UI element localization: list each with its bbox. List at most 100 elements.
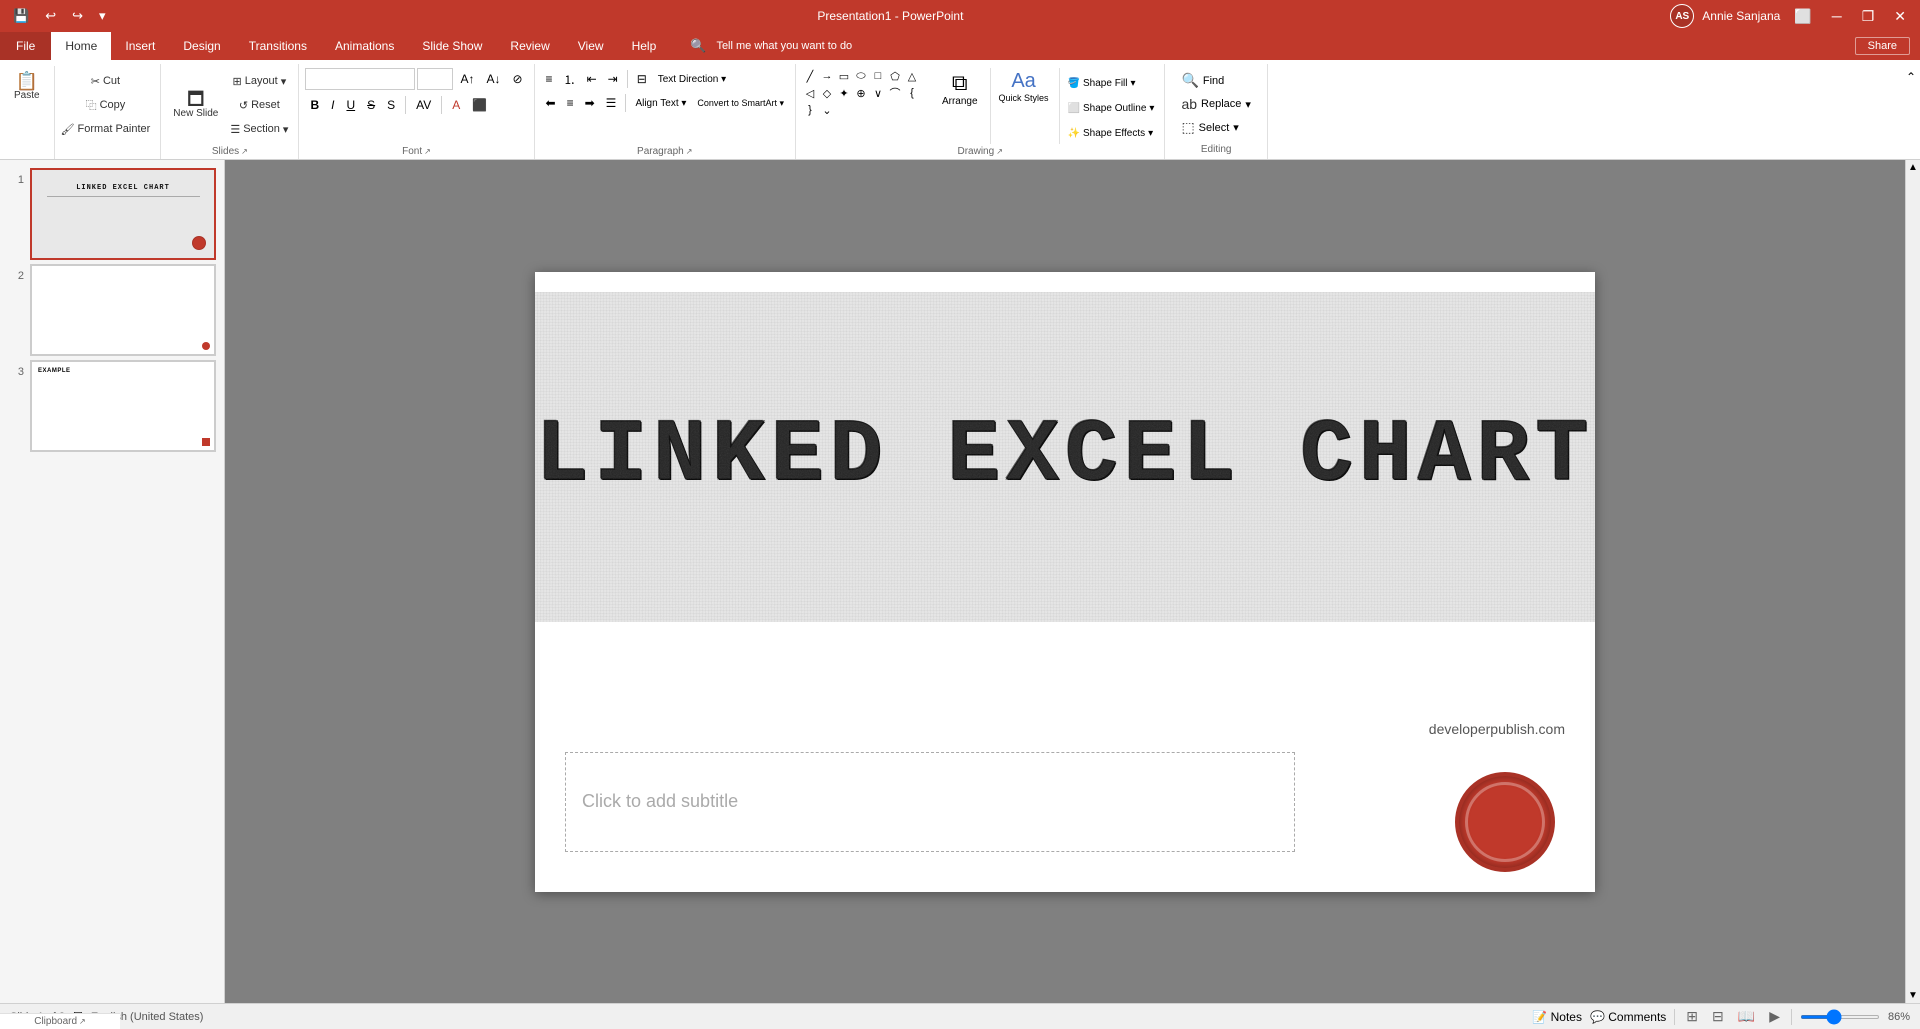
slide-thumbnail-3[interactable]: EXAMPLE (30, 360, 216, 452)
decrease-indent-button[interactable]: ⇤ (582, 68, 602, 90)
shape-rtri-icon[interactable]: ◁ (802, 85, 818, 101)
minimize-button[interactable]: ─ (1826, 6, 1848, 26)
quick-styles-button[interactable]: Aa Quick Styles (995, 68, 1053, 105)
align-center-button[interactable]: ≡ (562, 92, 579, 114)
tab-view[interactable]: View (564, 32, 618, 60)
clear-format-button[interactable]: ⊘ (507, 68, 527, 90)
shape-expand-icon[interactable]: ⌄ (819, 102, 835, 118)
customize-qat-button[interactable]: ▾ (94, 6, 111, 26)
font-size-input[interactable]: 54 (417, 68, 453, 90)
layout-button[interactable]: ⊞ Layout ▾ (226, 70, 292, 92)
shape-outline-button[interactable]: ⬜ Shape Outline ▾ (1064, 97, 1159, 119)
tab-review[interactable]: Review (496, 32, 563, 60)
shape-oval-icon[interactable]: ⬭ (853, 68, 869, 84)
decrease-font-button[interactable]: A↓ (481, 68, 505, 90)
drawing-group-arrow[interactable]: ↗ (996, 147, 1003, 156)
align-text-button[interactable]: Align Text ▾ (630, 92, 691, 114)
format-painter-button[interactable]: 🖌 Format Painter (57, 118, 155, 140)
replace-button[interactable]: ab Replace ▾ (1175, 94, 1256, 114)
slide-thumb-1[interactable]: 1 LINKED EXCEL CHART (8, 168, 216, 260)
find-button[interactable]: 🔍 Find (1175, 70, 1256, 91)
shape-effects-button[interactable]: ✨ Shape Effects ▾ (1064, 122, 1159, 144)
shadow-button[interactable]: S (382, 94, 400, 116)
select-button[interactable]: ⬚ Select ▾ (1175, 117, 1256, 138)
bullets-button[interactable]: ≡ (541, 68, 558, 90)
tell-me-label[interactable]: Tell me what you want to do (716, 40, 852, 52)
right-scrollbar[interactable]: ▲ ▼ (1905, 160, 1920, 1003)
tab-transitions[interactable]: Transitions (235, 32, 321, 60)
notes-button[interactable]: 📝 Notes (1532, 1010, 1582, 1024)
shape-rect-icon[interactable]: ▭ (836, 68, 852, 84)
underline-button[interactable]: U (341, 94, 360, 116)
align-left-button[interactable]: ⬅ (541, 92, 561, 114)
justify-button[interactable]: ☰ (601, 92, 622, 114)
tab-help[interactable]: Help (618, 32, 671, 60)
shape-brace2-icon[interactable]: } (802, 102, 818, 118)
font-name-input[interactable] (305, 68, 415, 90)
italic-button[interactable]: I (326, 94, 339, 116)
copy-button[interactable]: ⿻ Copy (57, 94, 155, 116)
zoom-slider[interactable] (1800, 1015, 1880, 1019)
restore-button[interactable]: ❐ (1856, 6, 1881, 27)
smartart-button[interactable]: Convert to SmartArt ▾ (692, 92, 789, 114)
paragraph-group-arrow[interactable]: ↗ (686, 147, 693, 156)
shape-pentagon-icon[interactable]: ⬠ (887, 68, 903, 84)
shape-brace-icon[interactable]: { (904, 85, 920, 101)
slide-thumbnail-1[interactable]: LINKED EXCEL CHART (30, 168, 216, 260)
text-direction-button[interactable]: Text Direction ▾ (653, 68, 731, 90)
collapse-ribbon-button[interactable]: ⌃ (1902, 68, 1920, 86)
slide-canvas[interactable]: LINKED EXCEL CHART Click to add subtitle… (535, 272, 1595, 892)
ribbon-display-button[interactable]: ⬜ (1788, 6, 1817, 27)
numbering-button[interactable]: ⒈ (559, 68, 581, 90)
shape-tri-icon[interactable]: △ (904, 68, 920, 84)
slide-thumbnail-2[interactable] (30, 264, 216, 356)
slideshow-button[interactable]: ▶ (1766, 1008, 1783, 1025)
tab-file[interactable]: File (0, 32, 51, 60)
slide-subtitle-box[interactable]: Click to add subtitle (565, 752, 1295, 852)
clipboard-group-arrow[interactable]: ↗ (79, 1017, 86, 1026)
shape-caret-icon[interactable]: ∨ (870, 85, 886, 101)
shape-rect2-icon[interactable]: □ (870, 68, 886, 84)
tab-insert[interactable]: Insert (111, 32, 169, 60)
shape-arrow-icon[interactable]: → (819, 68, 835, 84)
close-button[interactable]: ✕ (1888, 6, 1912, 27)
reset-button[interactable]: ↺ Reset (226, 94, 292, 116)
share-button[interactable]: Share (1855, 37, 1910, 55)
save-button[interactable]: 💾 (8, 6, 34, 26)
cut-button[interactable]: ✂ Cut (57, 70, 155, 92)
increase-indent-button[interactable]: ⇥ (603, 68, 623, 90)
tab-design[interactable]: Design (169, 32, 234, 60)
slide-sorter-button[interactable]: ⊟ (1709, 1008, 1727, 1025)
tab-animations[interactable]: Animations (321, 32, 408, 60)
strikethrough-button[interactable]: S (362, 94, 380, 116)
redo-button[interactable]: ↪ (67, 6, 88, 26)
align-right-button[interactable]: ➡ (580, 92, 600, 114)
new-slide-button[interactable]: 🗖 New Slide (167, 66, 224, 144)
bold-button[interactable]: B (305, 94, 324, 116)
shape-line-icon[interactable]: ╱ (802, 68, 818, 84)
font-color-button[interactable]: A (447, 94, 465, 116)
user-avatar[interactable]: AS (1670, 4, 1694, 28)
comments-button[interactable]: 💬 Comments (1590, 1010, 1666, 1024)
shape-more-icon[interactable]: ⊕ (853, 85, 869, 101)
shape-curve-icon[interactable]: ⌒ (887, 85, 903, 101)
slide-thumb-2[interactable]: 2 (8, 264, 216, 356)
slide-thumb-3[interactable]: 3 EXAMPLE (8, 360, 216, 452)
shape-fill-button[interactable]: 🪣 Shape Fill ▾ (1064, 72, 1159, 94)
paste-button[interactable]: 📋 Paste (6, 68, 48, 106)
scroll-down-button[interactable]: ▼ (1906, 988, 1920, 1003)
increase-font-button[interactable]: A↑ (455, 68, 479, 90)
arrange-button[interactable]: ⧉ Arrange (936, 68, 984, 109)
tab-home[interactable]: Home (51, 32, 111, 60)
highlight-button[interactable]: ⬛ (467, 94, 492, 116)
normal-view-button[interactable]: ⊞ (1683, 1008, 1701, 1025)
shape-star-icon[interactable]: ✦ (836, 85, 852, 101)
reading-view-button[interactable]: 📖 (1735, 1008, 1758, 1025)
scroll-up-button[interactable]: ▲ (1906, 160, 1920, 175)
tab-slideshow[interactable]: Slide Show (408, 32, 496, 60)
slides-group-arrow[interactable]: ↗ (241, 147, 248, 156)
char-spacing-button[interactable]: AV (411, 94, 436, 116)
columns-button[interactable]: ⊟ (632, 68, 652, 90)
undo-button[interactable]: ↩ (40, 6, 61, 26)
font-group-arrow[interactable]: ↗ (424, 147, 431, 156)
